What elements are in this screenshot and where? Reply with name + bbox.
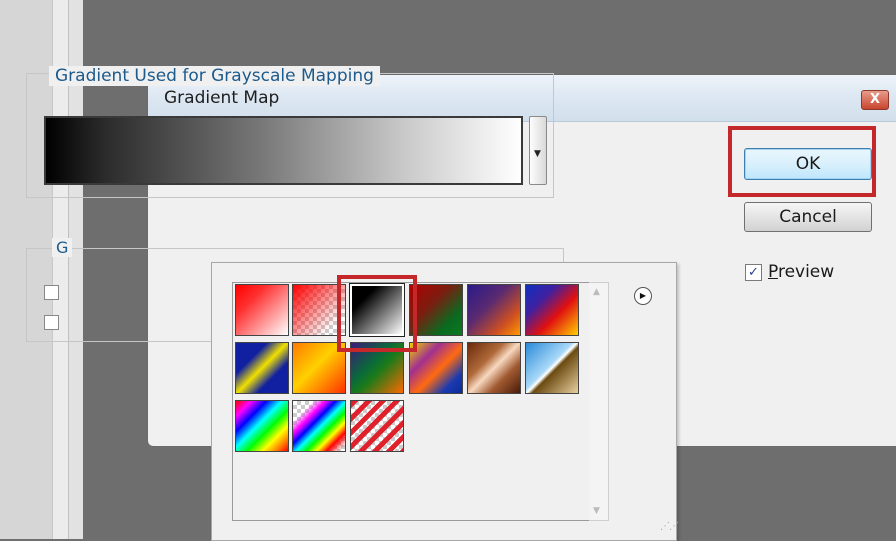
gradient-group-label: Gradient Used for Grayscale Mapping [49,66,380,86]
gradient-dropdown-button[interactable]: ▼ [529,116,547,185]
flyout-arrow-icon: ▶ [639,291,647,300]
cancel-button[interactable]: Cancel [744,202,872,232]
close-button[interactable]: X [861,90,889,110]
swatch-transparent-rainbow[interactable] [292,400,346,452]
checkmark-icon: ✓ [748,265,759,280]
swatch-transparent-stripes[interactable] [350,400,404,452]
dither-checkbox[interactable] [44,285,59,300]
preview-label-mnemonic: P [768,262,778,282]
swatch-violet-orange[interactable] [467,284,521,336]
scroll-up-icon[interactable]: ▲ [593,287,600,297]
picker-menu-button[interactable]: ▶ [634,287,652,305]
reverse-checkbox[interactable] [44,315,59,330]
swatch-copper[interactable] [467,342,521,394]
resize-grip-icon[interactable]: ⋰⋰ [660,521,679,532]
ok-button[interactable]: OK [744,148,872,180]
swatch-red-green[interactable] [409,284,463,336]
swatch-blue-yellow-blue[interactable] [235,342,289,394]
selected-swatch-highlight [337,275,417,352]
picker-scrollbar[interactable]: ▲ ▼ [589,282,609,521]
gradient-preview-bar[interactable] [44,116,523,185]
options-group-label: G [52,238,73,257]
preview-label[interactable]: Preview [768,262,834,282]
swatch-foreground-to-background[interactable] [235,284,289,336]
preview-checkbox[interactable]: ✓ [745,264,762,281]
swatch-blue-red-yellow[interactable] [525,284,579,336]
swatch-spectrum[interactable] [235,400,289,452]
swatch-yellow-violet-orange-blue[interactable] [409,342,463,394]
close-icon: X [869,92,881,107]
scroll-down-icon[interactable]: ▼ [593,506,600,516]
preview-label-rest: review [777,262,835,282]
swatch-chrome[interactable] [525,342,579,394]
dropdown-arrow-icon: ▼ [534,149,541,159]
